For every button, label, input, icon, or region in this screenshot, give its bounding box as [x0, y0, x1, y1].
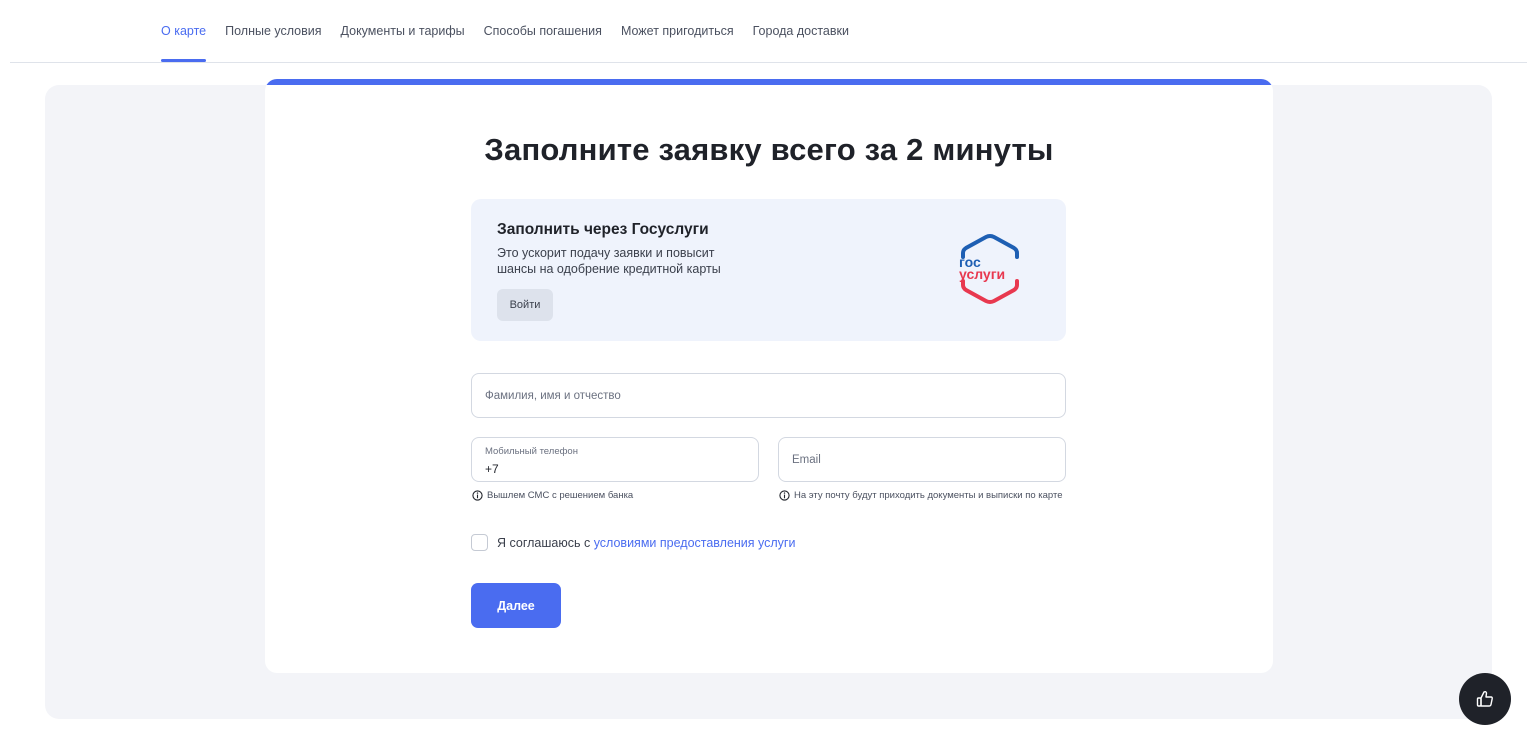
fio-input[interactable] — [485, 374, 1045, 417]
nav-tab-about-card[interactable]: О карте — [161, 24, 207, 62]
agreement-text: Я соглашаюсь с условиями предоставления … — [497, 536, 795, 550]
thumbs-up-icon — [1476, 690, 1493, 707]
email-hint-text: На эту почту будут приходить документы и… — [794, 490, 1063, 501]
agreement-prefix: Я соглашаюсь с — [497, 535, 594, 550]
nav-tab-useful[interactable]: Может пригодиться — [621, 24, 734, 62]
agreement-checkbox[interactable] — [471, 534, 488, 551]
form-title: Заполните заявку всего за 2 минуты — [484, 132, 1054, 167]
top-navigation: О карте Полные условия Документы и тариф… — [0, 0, 1536, 63]
phone-label: Мобильный телефон — [485, 446, 578, 457]
application-form-card: Заполните заявку всего за 2 минуты Запол… — [265, 79, 1273, 673]
nav-tab-delivery-cities[interactable]: Города доставки — [753, 24, 849, 62]
gosuslugi-logo: гос услуги — [959, 234, 1019, 304]
info-icon — [779, 490, 790, 501]
phone-input[interactable] — [485, 460, 735, 477]
agreement-terms-link[interactable]: условиями предоставления услуги — [594, 536, 796, 550]
info-icon — [472, 490, 483, 501]
nav-tab-repayment-methods[interactable]: Способы погашения — [484, 24, 602, 62]
email-hint: На эту почту будут приходить документы и… — [779, 489, 1064, 502]
nav-divider — [10, 62, 1527, 63]
phone-field: Мобильный телефон — [471, 437, 759, 482]
next-button[interactable]: Далее — [471, 583, 561, 628]
gosuslugi-description: Это ускорит подачу заявки и повысит шанс… — [497, 246, 721, 276]
phone-hint: Вышлем СМС с решением банка — [472, 489, 752, 502]
gosuslugi-block: Заполнить через Госуслуги Это ускорит по… — [471, 199, 1066, 341]
nav-tabs: О карте Полные условия Документы и тариф… — [161, 24, 849, 62]
nav-tab-full-terms[interactable]: Полные условия — [225, 24, 321, 62]
nav-tab-documents-tariffs[interactable]: Документы и тарифы — [341, 24, 465, 62]
gosuslugi-logo-line2: услуги — [959, 266, 1005, 282]
phone-hint-text: Вышлем СМС с решением банка — [487, 490, 634, 501]
gosuslugi-login-button[interactable]: Войти — [497, 289, 553, 321]
gosuslugi-title: Заполнить через Госуслуги — [497, 221, 709, 238]
agreement-row: Я соглашаюсь с условиями предоставления … — [471, 534, 795, 551]
feedback-button[interactable] — [1459, 673, 1511, 725]
email-input[interactable] — [792, 438, 1052, 481]
fio-field — [471, 373, 1066, 418]
email-field — [778, 437, 1066, 482]
card-accent-bar — [265, 79, 1273, 85]
